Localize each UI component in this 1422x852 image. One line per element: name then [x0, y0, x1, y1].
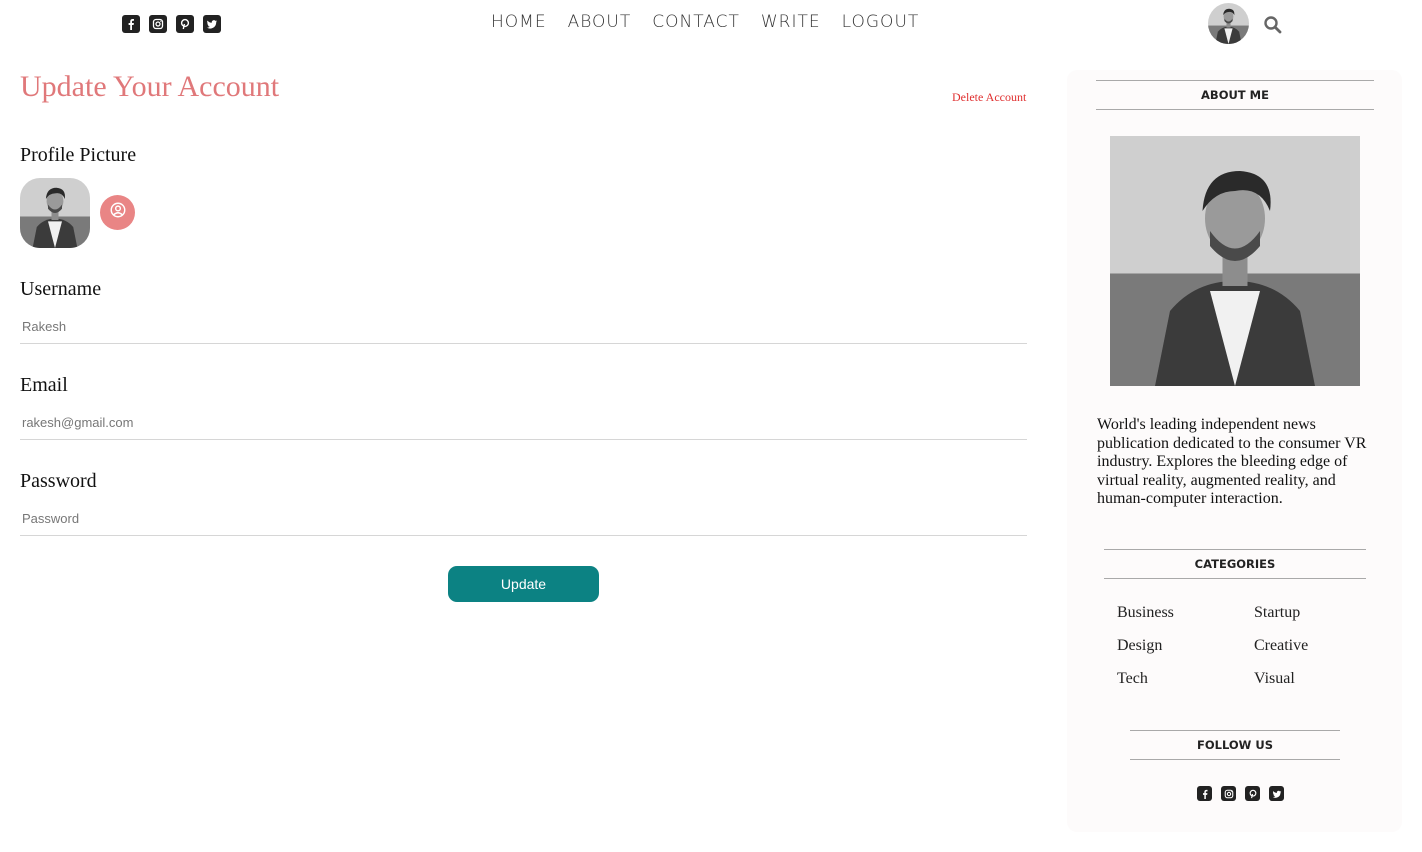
upload-profile-picture-button[interactable]: [100, 195, 135, 230]
email-input[interactable]: [20, 406, 1027, 440]
social-links-header: [122, 15, 221, 33]
sidebar: ABOUT ME World's leading independent new…: [1067, 70, 1402, 832]
pinterest-icon[interactable]: [176, 15, 194, 33]
category-list: Business Startup Design Creative Tech Vi…: [1117, 602, 1377, 690]
category-design[interactable]: Design: [1117, 635, 1254, 657]
nav-contact[interactable]: CONTACT: [652, 12, 740, 32]
category-business[interactable]: Business: [1117, 602, 1254, 624]
pinterest-icon[interactable]: [1245, 786, 1260, 801]
instagram-icon[interactable]: [1221, 786, 1236, 801]
search-icon[interactable]: [1263, 15, 1283, 35]
password-input[interactable]: [20, 502, 1027, 536]
category-tech[interactable]: Tech: [1117, 668, 1254, 690]
user-avatar[interactable]: [1208, 3, 1249, 44]
category-startup[interactable]: Startup: [1254, 602, 1377, 624]
delete-account-link[interactable]: Delete Account: [952, 90, 1026, 105]
profile-picture-label: Profile Picture: [20, 144, 137, 166]
user-circle-icon: [109, 201, 127, 224]
username-input[interactable]: [20, 310, 1027, 344]
social-links-sidebar: [1197, 786, 1284, 801]
password-label: Password: [20, 470, 97, 492]
nav-about[interactable]: ABOUT: [568, 12, 632, 32]
about-text: World's leading independent news publica…: [1097, 416, 1367, 507]
categories-heading: CATEGORIES: [1104, 549, 1366, 579]
nav-logout[interactable]: LOGOUT: [842, 12, 920, 32]
instagram-icon[interactable]: [149, 15, 167, 33]
twitter-icon[interactable]: [203, 15, 221, 33]
facebook-icon[interactable]: [1197, 786, 1212, 801]
page-title: Update Your Account: [20, 70, 280, 103]
username-label: Username: [20, 278, 102, 300]
nav-write[interactable]: WRITE: [761, 12, 821, 32]
main-menu: HOME ABOUT CONTACT WRITE LOGOUT: [491, 12, 919, 32]
category-visual[interactable]: Visual: [1254, 668, 1377, 690]
follow-us-heading: FOLLOW US: [1130, 730, 1340, 760]
nav-home[interactable]: HOME: [491, 12, 547, 32]
about-me-heading: ABOUT ME: [1096, 80, 1374, 110]
about-photo: [1110, 136, 1360, 386]
twitter-icon[interactable]: [1269, 786, 1284, 801]
update-button[interactable]: Update: [448, 566, 599, 602]
category-creative[interactable]: Creative: [1254, 635, 1377, 657]
email-label: Email: [20, 374, 68, 396]
facebook-icon[interactable]: [122, 15, 140, 33]
top-navigation-bar: HOME ABOUT CONTACT WRITE LOGOUT: [0, 0, 1422, 50]
profile-picture: [20, 178, 90, 248]
